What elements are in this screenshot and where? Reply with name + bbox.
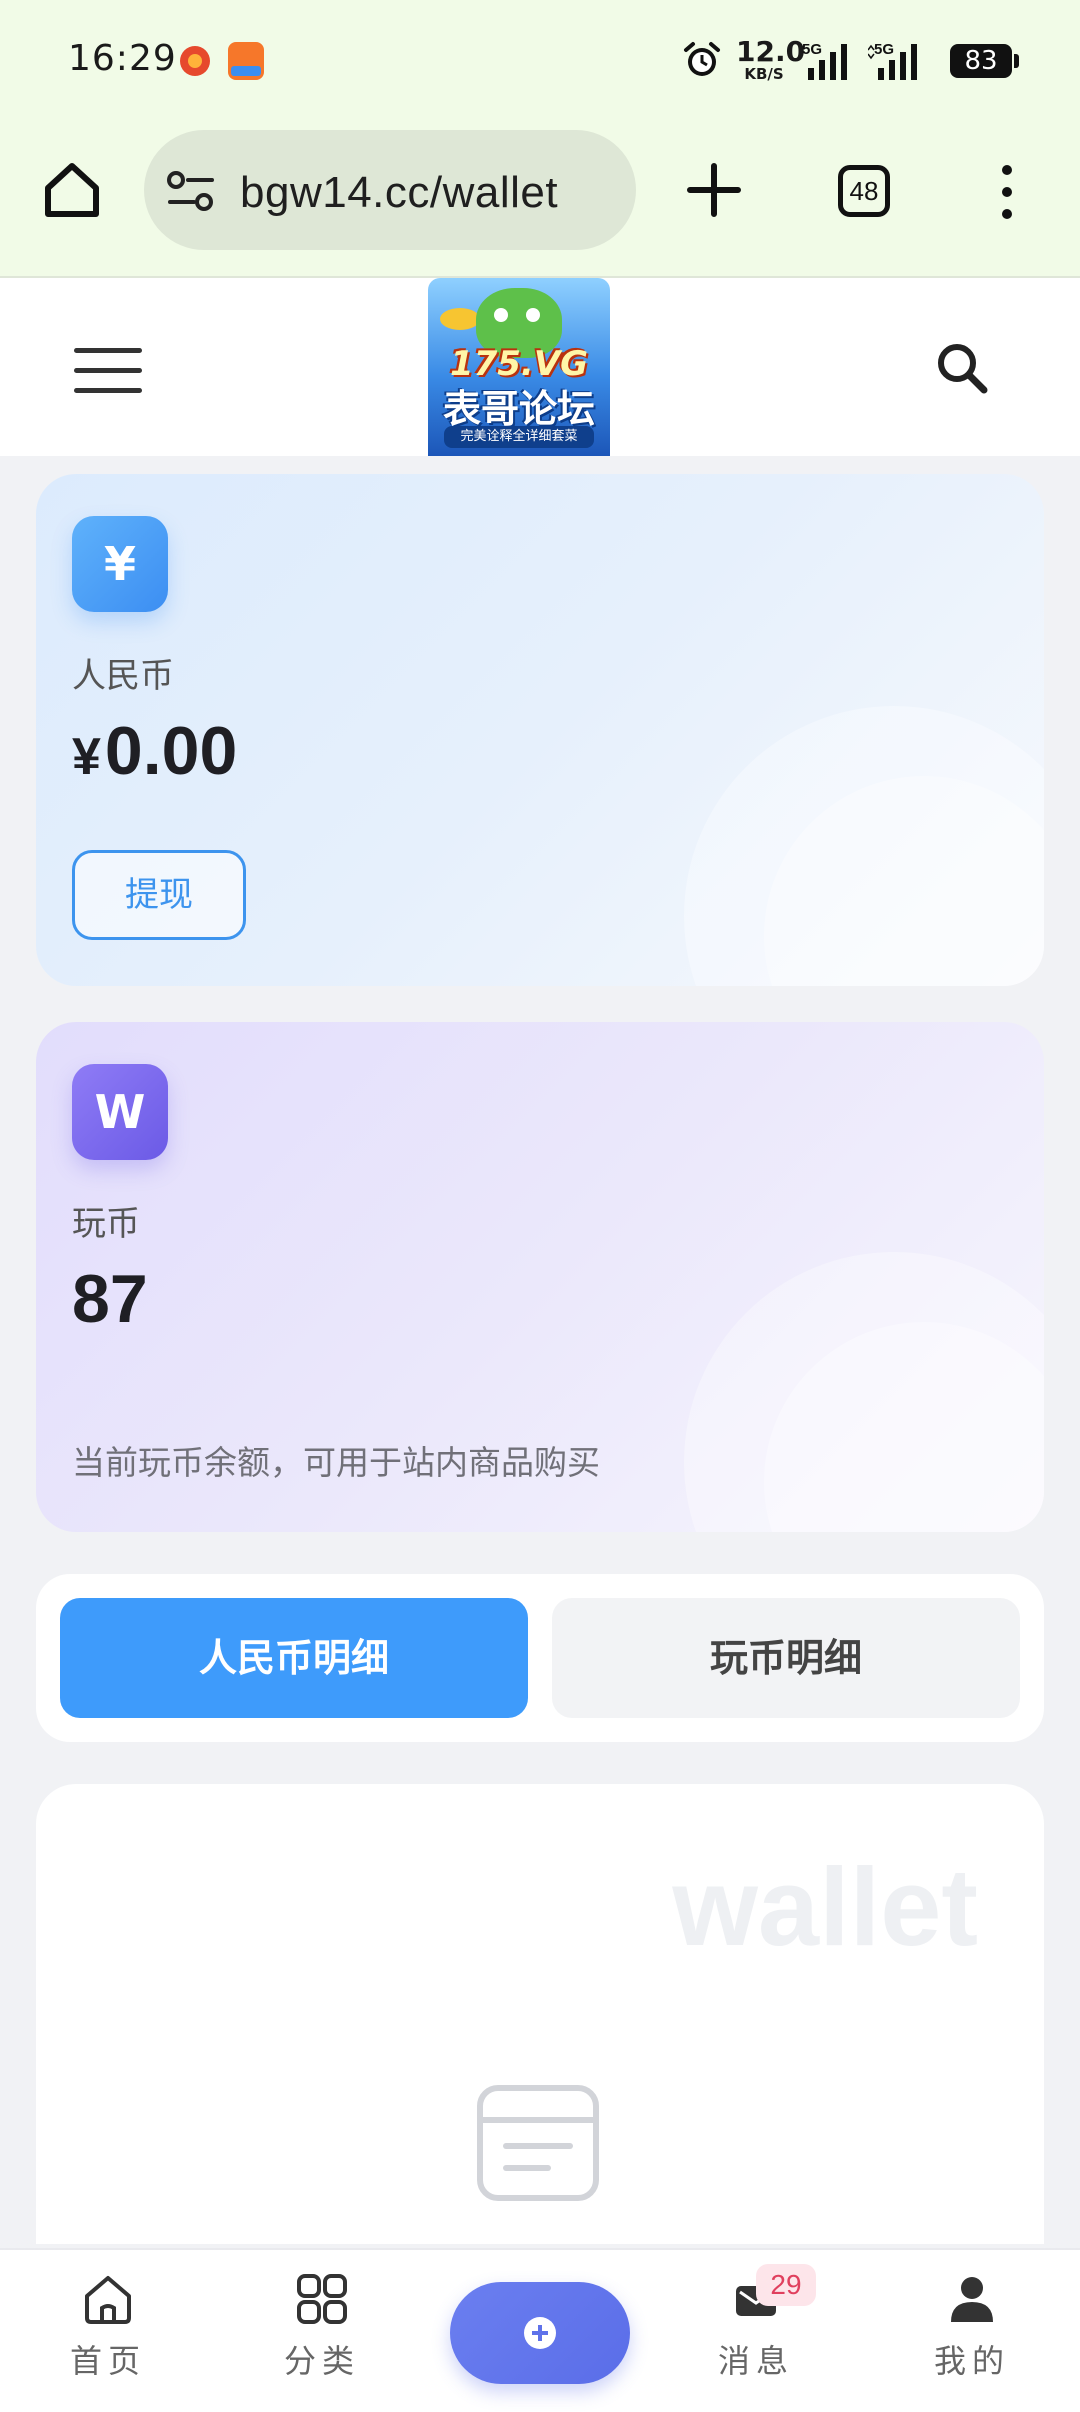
- withdraw-button[interactable]: 提现: [72, 850, 246, 940]
- taobao-notification-icon: [228, 42, 264, 80]
- more-menu-icon[interactable]: [990, 162, 1024, 222]
- status-time: 16:29: [68, 38, 177, 79]
- alarm-icon: [684, 42, 720, 76]
- nav-profile[interactable]: 我的: [912, 2272, 1032, 2392]
- battery-icon: 83: [950, 44, 1019, 78]
- status-bar: 16:29 12.0 KB/S 5G 5G 83: [0, 0, 1080, 128]
- empty-state-icon: [477, 2085, 599, 2201]
- tab-switcher-button[interactable]: 48: [838, 165, 890, 217]
- grid-icon: [297, 2274, 347, 2324]
- nav-messages[interactable]: 29 消息: [696, 2264, 816, 2392]
- coin-amount: 87: [72, 1261, 148, 1337]
- new-tab-icon[interactable]: [684, 160, 744, 220]
- watermark-text: wallet: [672, 1846, 978, 1969]
- url-text[interactable]: bgw14.cc/wallet: [240, 168, 558, 218]
- rmb-label: 人民币: [72, 656, 174, 696]
- home-icon: [85, 2276, 131, 2324]
- nav-home[interactable]: 首页: [48, 2272, 168, 2392]
- coin-w-icon: W: [72, 1064, 168, 1160]
- search-icon[interactable]: [934, 340, 990, 396]
- yuan-icon: ¥: [72, 516, 168, 612]
- detail-tabs: 人民币明细 玩币明细: [36, 1574, 1044, 1742]
- coin-label: 玩币: [72, 1204, 140, 1244]
- site-logo[interactable]: 175.VG 表哥论坛 完美诠释全详细套菜: [428, 278, 610, 456]
- home-icon[interactable]: [40, 158, 104, 222]
- rmb-amount: ¥0.00: [72, 713, 238, 789]
- menu-icon[interactable]: [74, 348, 142, 394]
- transaction-list-panel: wallet: [36, 1784, 1044, 2244]
- user-icon: [951, 2277, 993, 2322]
- network-speed: 12.0 KB/S: [736, 35, 806, 83]
- bottom-navigation: 首页 分类 29 消息 我的: [0, 2248, 1080, 2412]
- address-bar[interactable]: bgw14.cc/wallet: [144, 130, 636, 250]
- coin-balance-card: W 玩币 87 当前玩币余额，可用于站内商品购买: [36, 1022, 1044, 1532]
- message-badge: 29: [756, 2264, 816, 2306]
- coin-description: 当前玩币余额，可用于站内商品购买: [72, 1443, 600, 1482]
- site-header: 175.VG 表哥论坛 完美诠释全详细套菜: [0, 278, 1080, 456]
- nav-category[interactable]: 分类: [262, 2272, 382, 2392]
- tab-rmb-details[interactable]: 人民币明细: [60, 1598, 528, 1718]
- app-notification-icon: [180, 46, 210, 76]
- browser-toolbar: bgw14.cc/wallet 48: [0, 128, 1080, 278]
- site-settings-icon[interactable]: [166, 170, 216, 214]
- svg-text:5G: 5G: [874, 41, 894, 58]
- plus-icon: [524, 2317, 556, 2349]
- signal-5g-icon: 5G: [802, 41, 847, 80]
- tab-coin-details[interactable]: 玩币明细: [552, 1598, 1020, 1718]
- svg-text:5G: 5G: [802, 41, 822, 58]
- post-button[interactable]: [450, 2282, 630, 2384]
- signal-5g-icon: 5G: [868, 41, 917, 80]
- rmb-balance-card: ¥ 人民币 ¥0.00 提现: [36, 474, 1044, 986]
